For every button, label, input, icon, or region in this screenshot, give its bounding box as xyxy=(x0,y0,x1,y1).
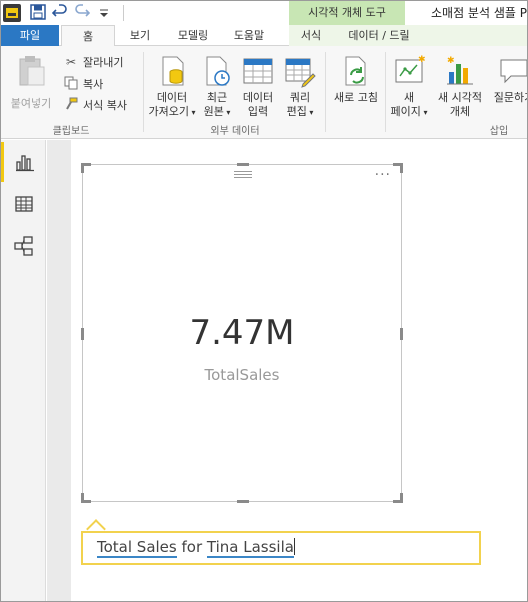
powerbi-logo-icon xyxy=(3,4,21,22)
cut-label: 잘라내기 xyxy=(83,56,124,69)
more-options-icon[interactable]: ··· xyxy=(375,167,391,183)
svg-text:✱: ✱ xyxy=(447,56,455,66)
relationships-view-button[interactable] xyxy=(1,226,46,266)
ribbon-tabs: 파일 홈 보기 모델링 도움말 서식 데이터 / 드릴 xyxy=(1,25,527,47)
save-icon[interactable] xyxy=(29,4,47,22)
copy-button[interactable]: 복사 xyxy=(63,75,103,93)
tab-home[interactable]: 홈 xyxy=(61,25,115,47)
chevron-down-icon: ▾ xyxy=(188,108,196,117)
insert-group-label: 삽입 xyxy=(489,126,509,137)
card-label: TotalSales xyxy=(204,366,280,384)
app-window: 시각적 개체 도구 소매점 분석 샘플 P 파일 홈 보기 모델링 도움말 서식… xyxy=(0,0,528,602)
group-separator xyxy=(143,52,144,132)
database-icon xyxy=(155,54,189,88)
report-view-button[interactable] xyxy=(1,142,46,182)
clipboard-group-label: 클립보드 xyxy=(52,126,90,137)
ask-question-button[interactable]: 질문하기 xyxy=(489,54,527,105)
qat-separator xyxy=(123,5,124,21)
chevron-down-icon: ▾ xyxy=(223,108,231,117)
resize-handle-bottom-right[interactable] xyxy=(393,493,403,503)
ask-question-label: 질문하기 xyxy=(493,91,527,104)
tab-file[interactable]: 파일 xyxy=(1,25,59,46)
speech-bubble-icon xyxy=(497,54,527,88)
paste-button[interactable]: 붙여넣기 xyxy=(7,54,55,111)
tab-data-drill[interactable]: 데이터 / 드릴 xyxy=(341,25,417,46)
customize-qat-icon[interactable] xyxy=(95,4,113,22)
group-separator xyxy=(325,52,326,132)
title-bar: 시각적 개체 도구 소매점 분석 샘플 P xyxy=(1,1,527,25)
edit-queries-label-2: 편집 xyxy=(286,105,307,118)
context-tab-group-label: 시각적 개체 도구 xyxy=(289,1,405,25)
new-visual-label-1: 새 시각적 xyxy=(438,91,482,104)
drag-grip-icon[interactable] xyxy=(234,171,252,178)
bar-chart-icon: ✱ xyxy=(443,54,477,88)
copy-label: 복사 xyxy=(83,78,104,91)
tab-view[interactable]: 보기 xyxy=(119,25,161,46)
resize-handle-top-left[interactable] xyxy=(81,163,91,173)
report-icon xyxy=(16,155,34,172)
enter-data-label-1: 데이터 xyxy=(242,91,274,104)
table-icon xyxy=(241,54,275,88)
clock-document-icon xyxy=(200,54,234,88)
canvas-margin xyxy=(47,140,71,601)
card-visual[interactable]: ··· 7.47M TotalSales xyxy=(81,163,403,503)
get-data-label-1: 데이터 xyxy=(156,91,188,104)
qa-term-for: for xyxy=(176,538,207,556)
resize-handle-bottom-left[interactable] xyxy=(81,493,91,503)
format-painter-label: 서식 복사 xyxy=(83,99,127,112)
undo-icon[interactable] xyxy=(51,4,69,22)
edit-queries-button[interactable]: 쿼리 편집 ▾ xyxy=(281,54,319,120)
qa-term-total-sales: Total Sales xyxy=(97,538,177,558)
resize-handle-top-right[interactable] xyxy=(393,163,403,173)
scissors-icon: ✂ xyxy=(65,55,77,69)
refresh-label: 새로 고침 xyxy=(334,91,378,104)
tab-format[interactable]: 서식 xyxy=(293,25,329,46)
new-visual-button[interactable]: ✱ 새 시각적 개체 xyxy=(433,54,487,119)
new-page-label-1: 새 xyxy=(403,91,415,104)
new-visual-label-2: 개체 xyxy=(449,105,471,118)
svg-text:✱: ✱ xyxy=(418,55,426,65)
group-separator xyxy=(385,52,386,132)
refresh-button[interactable]: 새로 고침 xyxy=(329,54,383,105)
card-value: 7.47M xyxy=(189,313,295,353)
qa-term-name: Tina Lassila xyxy=(206,538,294,558)
refresh-icon xyxy=(339,54,373,88)
qa-question-text[interactable]: Total Sales for Tina Lassila xyxy=(97,538,295,558)
grid-icon xyxy=(14,196,33,212)
chevron-down-icon: ▾ xyxy=(420,108,428,117)
relationships-icon xyxy=(13,236,33,256)
qa-question-input[interactable]: Total Sales for Tina Lassila xyxy=(81,531,481,565)
window-title: 소매점 분석 샘플 P xyxy=(431,6,527,20)
paste-icon xyxy=(14,54,48,88)
recent-label-2: 원본 xyxy=(203,105,224,118)
quick-access-toolbar xyxy=(3,3,130,23)
redo-icon[interactable] xyxy=(73,4,91,22)
get-data-label-2: 가져오기 xyxy=(148,105,189,118)
resize-handle-top[interactable] xyxy=(237,163,249,166)
edit-table-icon xyxy=(283,54,317,88)
external-data-group-label: 외부 데이터 xyxy=(210,126,260,137)
tab-help[interactable]: 도움말 xyxy=(225,25,273,46)
paintbrush-icon xyxy=(63,97,79,113)
ribbon-home: 붙여넣기 ✂ 잘라내기 복사 서식 복사 클립보드 데이터 가져오기 ▾ 최근 … xyxy=(1,46,527,139)
new-page-button[interactable]: ✱ 새 페이지 ▾ xyxy=(389,54,429,120)
view-navigation xyxy=(1,140,46,601)
recent-sources-button[interactable]: 최근 원본 ▾ xyxy=(199,54,235,120)
paste-label: 붙여넣기 xyxy=(10,97,52,110)
cut-button[interactable]: ✂ 잘라내기 xyxy=(63,53,124,71)
resize-handle-bottom[interactable] xyxy=(237,500,249,503)
new-page-label-2: 페이지 xyxy=(390,105,421,118)
chevron-down-icon: ▾ xyxy=(306,108,314,117)
get-data-button[interactable]: 데이터 가져오기 ▾ xyxy=(147,54,197,120)
edit-queries-label-1: 쿼리 xyxy=(289,91,311,104)
tab-modeling[interactable]: 모델링 xyxy=(169,25,217,46)
format-painter-button[interactable]: 서식 복사 xyxy=(63,96,127,114)
new-page-icon: ✱ xyxy=(392,54,426,88)
copy-icon xyxy=(63,76,79,92)
recent-label-1: 최근 xyxy=(206,91,228,104)
text-caret xyxy=(293,538,295,555)
data-view-button[interactable] xyxy=(1,184,46,224)
enter-data-button[interactable]: 데이터 입력 xyxy=(239,54,277,119)
enter-data-label-2: 입력 xyxy=(247,105,269,118)
